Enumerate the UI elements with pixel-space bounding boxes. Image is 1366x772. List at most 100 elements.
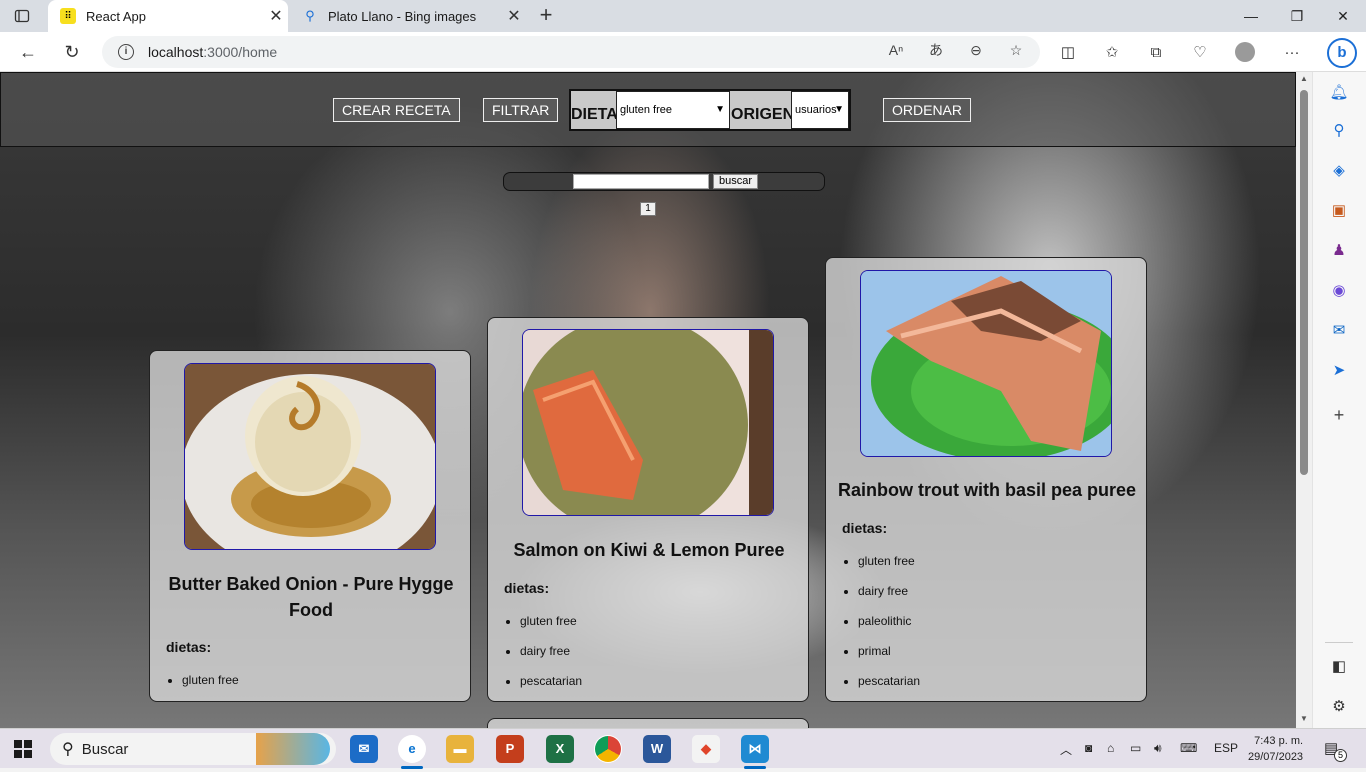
word-icon[interactable]: W: [643, 735, 671, 763]
diet-item: pescatarian: [520, 674, 582, 704]
origin-label: ORIGEN:: [731, 106, 800, 123]
network-icon[interactable]: ⌂: [1107, 741, 1114, 755]
diet-select[interactable]: gluten free ▼: [616, 91, 730, 129]
profile-avatar[interactable]: [1234, 42, 1256, 64]
refresh-icon[interactable]: ↻: [58, 38, 86, 66]
react-app-favicon-icon: ⠿: [60, 8, 76, 24]
display-icon[interactable]: ▭: [1130, 741, 1141, 755]
new-tab-icon[interactable]: +: [534, 4, 558, 28]
tab-react-app[interactable]: ⠿ React App ✕: [48, 0, 288, 32]
more-menu-icon[interactable]: ···: [1281, 42, 1303, 64]
browser-essentials-icon[interactable]: ♡: [1189, 42, 1211, 64]
close-tab-icon[interactable]: ✕: [264, 6, 288, 26]
recipe-title: Butter Baked Onion - Pure Hygge Food: [168, 574, 454, 620]
filter-button[interactable]: FILTRAR: [483, 98, 559, 122]
drop-icon[interactable]: ➤: [1328, 360, 1350, 382]
close-window-icon[interactable]: ✕: [1320, 0, 1366, 32]
scroll-up-icon[interactable]: ▲: [1299, 74, 1309, 83]
powerpoint-icon[interactable]: P: [496, 735, 524, 763]
diet-item: gluten free: [182, 673, 239, 703]
games-icon[interactable]: ♟: [1328, 240, 1350, 262]
zoom-out-icon[interactable]: ⊖: [966, 40, 986, 60]
minimize-icon[interactable]: —: [1228, 0, 1274, 32]
split-screen-icon[interactable]: ◫: [1057, 42, 1079, 64]
language-indicator[interactable]: ESP: [1214, 741, 1238, 755]
microsoft-365-icon[interactable]: ◉: [1328, 280, 1350, 302]
recipe-card[interactable]: Rainbow trout with basil pea puree dieta…: [825, 257, 1147, 702]
sort-button[interactable]: ORDENAR: [883, 98, 972, 122]
notifications-bell-icon[interactable]: 🔔︎: [1328, 82, 1350, 104]
divider: [1325, 642, 1353, 643]
tools-icon[interactable]: ▣: [1328, 200, 1350, 222]
diets-label: dietas:: [166, 639, 212, 655]
windows-taskbar: ⚲ Buscar ✉ e ▬ P X W ◆ ⋈ ︿ ◙ ⌂ ▭ 🔊︎ ⌨ ES…: [0, 728, 1366, 769]
read-aloud-icon[interactable]: A͏ⁿ: [886, 40, 906, 60]
recipe-image[interactable]: [522, 329, 774, 516]
notification-count-badge: 5: [1334, 749, 1347, 762]
chevron-down-icon: ▼: [834, 103, 844, 115]
recipe-image[interactable]: [184, 363, 436, 550]
favorites-icon[interactable]: ✩: [1101, 42, 1123, 64]
vscode-icon[interactable]: ⋈: [741, 735, 769, 763]
search-input[interactable]: [573, 174, 709, 189]
diet-item: dairy free: [858, 584, 920, 614]
tab-actions-icon[interactable]: [8, 4, 36, 28]
recipe-card[interactable]: Butter Baked Onion - Pure Hygge Food die…: [149, 350, 471, 702]
search-icon[interactable]: ⚲: [1328, 120, 1350, 142]
diets-list: gluten free dairy free paleolithic prima…: [858, 554, 920, 704]
shopping-tag-icon[interactable]: ◈: [1328, 160, 1350, 182]
edge-sidebar: 🔔︎ ⚲ ◈ ▣ ♟ ◉ ✉ ➤ + ◧ ⚙: [1312, 72, 1366, 728]
recipe-card[interactable]: Salmon on Kiwi & Lemon Puree dietas: glu…: [487, 317, 809, 702]
search-button[interactable]: buscar: [713, 174, 759, 189]
diet-item: paleolithic: [858, 614, 920, 644]
create-recipe-button[interactable]: CREAR RECETA: [333, 98, 460, 122]
diets-list: gluten free dairy free pescatarian: [520, 614, 582, 704]
search-bar: buscar: [503, 172, 825, 191]
taskbar-search[interactable]: ⚲ Buscar: [50, 733, 336, 765]
keyboard-icon[interactable]: ⌨: [1180, 741, 1197, 755]
excel-icon[interactable]: X: [546, 735, 574, 763]
diet-item: dairy free: [520, 644, 582, 674]
page-viewport: CREAR RECETA FILTRAR DIETA: gluten free …: [0, 72, 1296, 728]
scrollbar-thumb[interactable]: [1300, 90, 1308, 475]
chrome-icon[interactable]: [594, 735, 622, 763]
page-scrollbar[interactable]: ▲ ▼: [1296, 72, 1312, 728]
collections-icon[interactable]: ⧉: [1145, 42, 1167, 64]
tab-title: Plato Llano - Bing images: [328, 8, 477, 24]
recipe-card[interactable]: [487, 718, 809, 728]
windows-start-icon[interactable]: [14, 740, 32, 763]
sidebar-toggle-icon[interactable]: ◧: [1328, 656, 1350, 678]
diet-item: pescatarian: [858, 674, 920, 704]
search-favicon-icon: ⚲: [305, 8, 315, 23]
site-info-icon[interactable]: i: [118, 44, 134, 60]
camera-icon[interactable]: ◙: [1085, 741, 1092, 755]
add-icon[interactable]: +: [1328, 404, 1350, 426]
settings-gear-icon[interactable]: ⚙: [1328, 696, 1350, 718]
edge-app-icon[interactable]: e: [398, 735, 426, 763]
show-hidden-icons-icon[interactable]: ︿: [1060, 741, 1072, 758]
recipe-title: Rainbow trout with basil pea puree: [837, 480, 1137, 500]
pagination-page-button[interactable]: 1: [640, 202, 656, 216]
volume-icon[interactable]: 🔊︎: [1154, 741, 1162, 756]
origin-select[interactable]: usuarios ▼: [791, 91, 849, 129]
scroll-down-icon[interactable]: ▼: [1299, 714, 1309, 723]
diets-list: gluten free: [182, 673, 239, 703]
mail-app-icon[interactable]: ✉: [350, 735, 378, 763]
close-tab-icon[interactable]: ✕: [502, 6, 526, 26]
diet-item: gluten free: [858, 554, 920, 584]
favorite-star-icon[interactable]: ☆: [1006, 40, 1026, 60]
file-explorer-icon[interactable]: ▬: [446, 735, 474, 763]
bing-copilot-icon[interactable]: b: [1327, 38, 1357, 68]
top-nav-bar: CREAR RECETA FILTRAR DIETA: gluten free …: [0, 72, 1296, 147]
search-highlight-image: [256, 733, 330, 765]
diet-item: gluten free: [520, 614, 582, 644]
browser-toolbar: ← ↻ i localhost:3000/home A͏ⁿ あ ⊖ ☆ ◫ ✩ …: [0, 32, 1366, 72]
translate-icon[interactable]: あ: [926, 40, 946, 60]
clock[interactable]: 7:43 p. m. 29/07/2023: [1248, 733, 1303, 765]
recipe-image[interactable]: [860, 270, 1112, 457]
restore-icon[interactable]: ❐: [1274, 0, 1320, 32]
tab-bing-images[interactable]: ⚲ Plato Llano - Bing images ✕: [290, 0, 526, 32]
outlook-icon[interactable]: ✉: [1328, 320, 1350, 342]
back-icon[interactable]: ←: [14, 38, 42, 66]
git-icon[interactable]: ◆: [692, 735, 720, 763]
